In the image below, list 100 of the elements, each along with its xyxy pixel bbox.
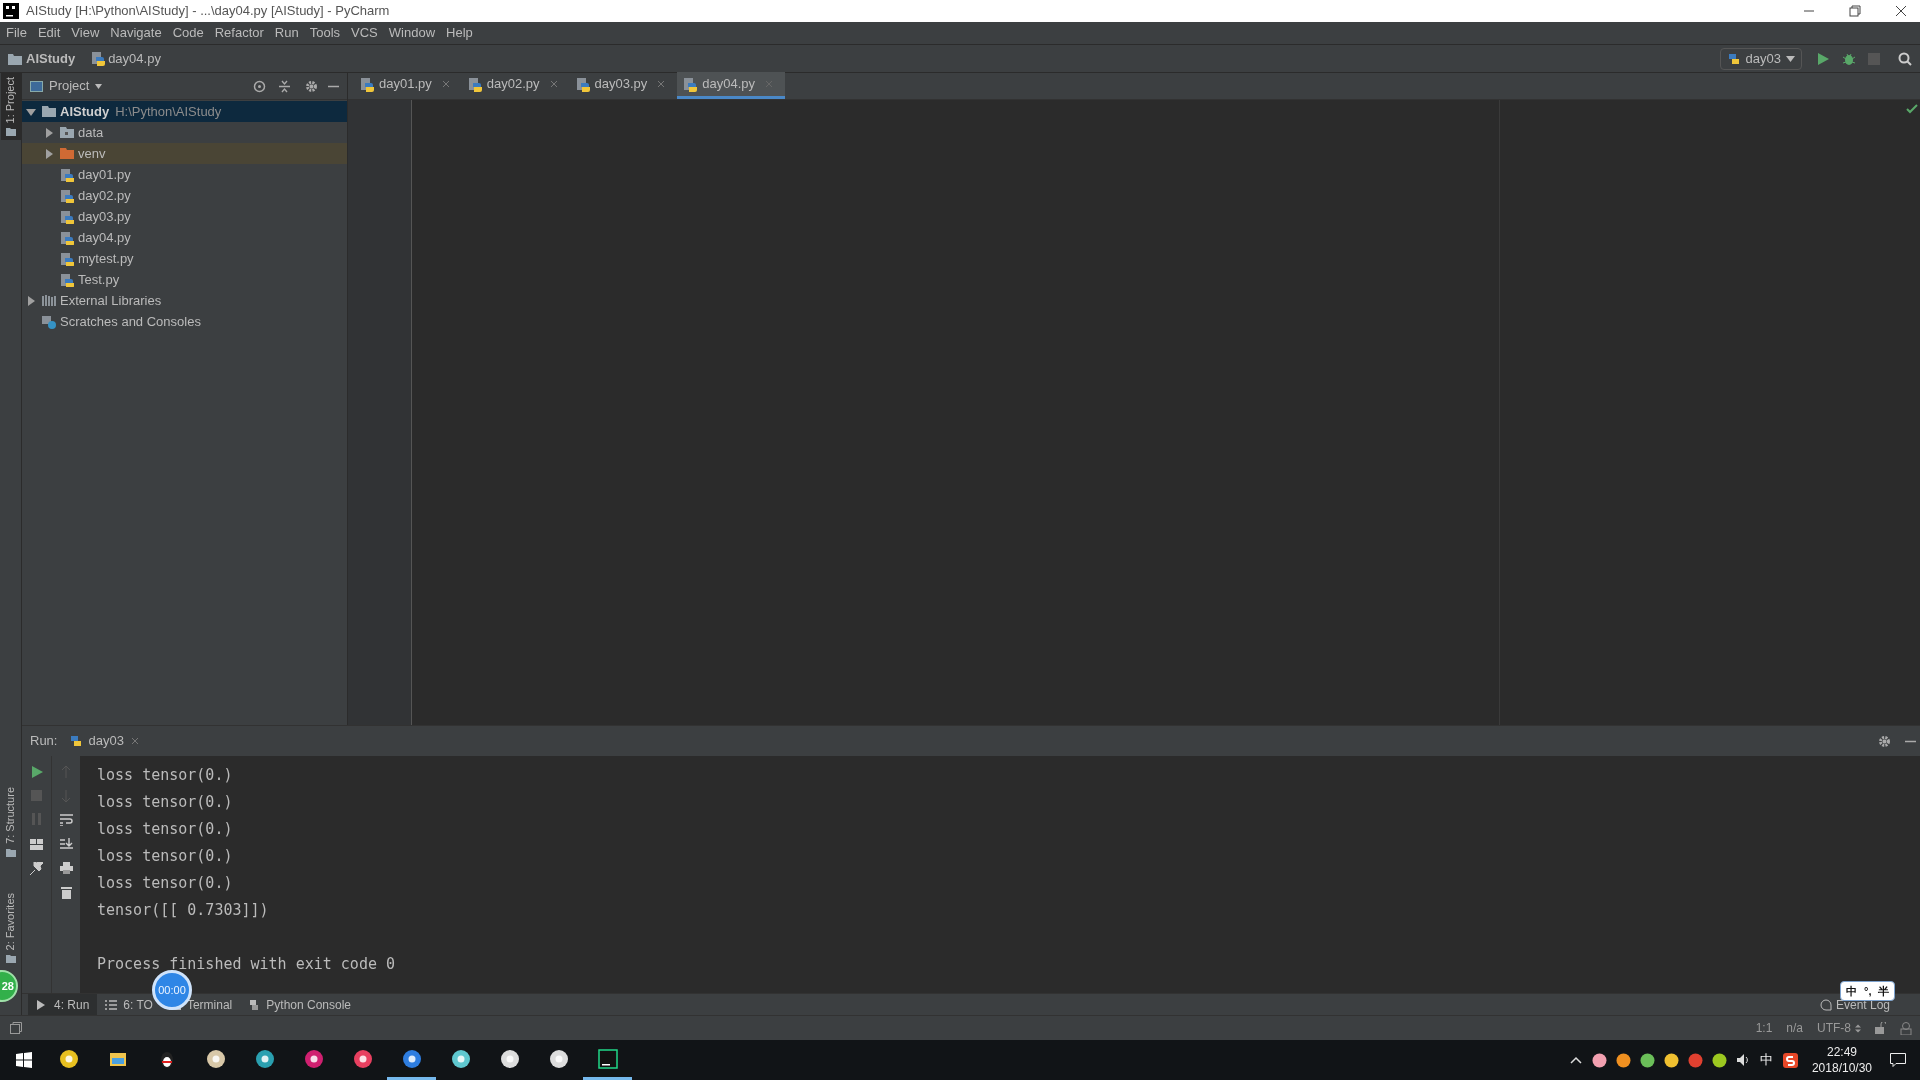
run-configuration-dropdown[interactable]: day03	[1719, 47, 1802, 70]
run-icon[interactable]	[1816, 51, 1830, 66]
ime-status[interactable]: 半	[1878, 982, 1890, 1000]
python-file-icon	[467, 76, 483, 92]
inspector-icon[interactable]	[1900, 1021, 1912, 1035]
expanded-arrow-icon[interactable]	[26, 106, 36, 117]
tree-item[interactable]: day01.py	[22, 164, 347, 185]
clock-date: 2018/10/30	[1811, 1060, 1872, 1076]
clock[interactable]: 22:49 2018/10/30	[1811, 1044, 1872, 1076]
side-tab[interactable]: 1: Project	[0, 73, 21, 141]
console-line: tensor([[ 0.7303]])	[97, 900, 270, 921]
project-view-dropdown[interactable]: Project	[30, 76, 103, 96]
app-icon	[58, 1048, 79, 1069]
breadcrumb-item[interactable]: AIStudy	[26, 48, 76, 69]
search-icon[interactable]	[1898, 51, 1912, 66]
tray-app-icon[interactable]	[1663, 1052, 1679, 1068]
collapsed-arrow-icon[interactable]	[44, 148, 54, 159]
editor-tab[interactable]: day02.py	[461, 72, 570, 99]
window-title: AIStudy [H:\Python\AIStudy] - ...\day04.py [AIStudy] - PyCharm	[26, 2, 390, 21]
app-icon	[548, 1048, 569, 1069]
ime-status[interactable]: °,	[1864, 982, 1872, 1000]
speaker-icon[interactable]	[1735, 1053, 1750, 1067]
menu-item[interactable]: File	[6, 23, 27, 43]
scroll-end-icon[interactable]	[59, 838, 73, 850]
settings-icon[interactable]	[305, 79, 318, 93]
side-tab[interactable]: 2: Favorites	[0, 888, 21, 967]
collapsed-arrow-icon[interactable]	[26, 295, 36, 306]
notification-icon[interactable]	[1890, 1053, 1906, 1067]
app-icon	[352, 1048, 373, 1069]
python-file-icon	[360, 76, 375, 92]
close-icon[interactable]	[1894, 4, 1908, 18]
windows-start-icon[interactable]	[16, 1052, 32, 1068]
list-icon	[105, 998, 118, 1011]
console-line: loss tensor(0.)	[97, 792, 234, 813]
run-tab[interactable]: day03	[69, 731, 139, 751]
tray-app-icon[interactable]	[1711, 1052, 1727, 1068]
python-file-icon	[60, 230, 75, 245]
app-icon	[205, 1048, 226, 1069]
tray-app-icon[interactable]	[1639, 1052, 1655, 1068]
editor-tab[interactable]: day03.py	[569, 72, 678, 99]
menu-item[interactable]: VCS	[351, 23, 378, 43]
menu-item[interactable]: Code	[172, 23, 204, 43]
settings-icon[interactable]	[1878, 734, 1891, 748]
locate-icon[interactable]	[253, 79, 266, 93]
python-file-icon	[60, 272, 75, 287]
python-file-icon	[60, 209, 75, 224]
menu-item[interactable]: Run	[274, 23, 299, 43]
tree-item[interactable]: venv	[22, 143, 347, 164]
tree-item[interactable]: AIStudy H:\Python\AIStudy	[22, 101, 347, 122]
tool-window-tab[interactable]: Python Console	[240, 993, 360, 1016]
collapse-icon[interactable]	[278, 79, 291, 93]
tree-item[interactable]: day02.py	[22, 185, 347, 206]
console-line: loss tensor(0.)	[97, 873, 234, 894]
tree-item[interactable]: data	[22, 122, 347, 143]
tree-item[interactable]: Scratches and Consoles	[22, 311, 347, 332]
menu-item[interactable]: Edit	[37, 23, 61, 43]
menu-item[interactable]: Window	[388, 23, 436, 43]
collapsed-arrow-icon[interactable]	[44, 127, 54, 138]
input-method-indicator[interactable]: 中	[1759, 1050, 1773, 1070]
frame-toggle-icon[interactable]	[10, 1022, 22, 1034]
lock-icon[interactable]	[1875, 1022, 1886, 1034]
menu-item[interactable]: Help	[446, 23, 473, 43]
tree-item[interactable]: Test.py	[22, 269, 347, 290]
soft-wrap-icon[interactable]	[59, 814, 73, 826]
python-icon	[248, 998, 261, 1011]
app-icon	[450, 1048, 471, 1069]
ime-status[interactable]: 中	[1846, 982, 1857, 1000]
library-icon	[42, 293, 57, 308]
python-file-icon	[575, 76, 591, 92]
chevron-up-icon[interactable]	[1569, 1056, 1582, 1064]
clock-time: 22:49	[1826, 1044, 1857, 1060]
tree-item[interactable]: mytest.py	[22, 248, 347, 269]
side-tab[interactable]: 7: Structure	[0, 782, 21, 861]
tree-item[interactable]: External Libraries	[22, 290, 347, 311]
tree-item[interactable]: day04.py	[22, 227, 347, 248]
print-icon[interactable]	[59, 862, 73, 874]
menu-item[interactable]: Refactor	[214, 23, 264, 43]
ime-toolbar[interactable]: 中 °, 半	[1840, 981, 1896, 1001]
tree-item[interactable]: day03.py	[22, 206, 347, 227]
restore-icon[interactable]	[1848, 4, 1862, 18]
app-icon	[499, 1048, 520, 1069]
encoding-selector[interactable]: UTF-8	[1817, 1019, 1861, 1037]
menu-item[interactable]: Tools	[309, 23, 341, 43]
cursor-position[interactable]: 1:1	[1755, 1019, 1773, 1037]
tray-app-icon[interactable]	[1615, 1052, 1631, 1068]
breadcrumb-item[interactable]: day04.py	[108, 48, 161, 69]
line-separator[interactable]: n/a	[1786, 1019, 1803, 1037]
menu-item[interactable]: View	[71, 23, 100, 43]
layout-icon[interactable]	[30, 839, 43, 850]
run-label: Run:	[30, 732, 58, 751]
folder-icon	[42, 104, 57, 119]
pin-icon[interactable]	[30, 862, 43, 875]
debug-icon[interactable]	[1842, 51, 1856, 66]
run-icon[interactable]	[30, 766, 43, 778]
menu-item[interactable]: Navigate	[110, 23, 162, 43]
trash-icon[interactable]	[60, 886, 72, 899]
editor-tab[interactable]: day01.py	[354, 72, 462, 99]
editor-tab[interactable]: day04.py	[677, 72, 786, 99]
tray-app-icon[interactable]	[1591, 1052, 1607, 1068]
tool-window-tab[interactable]: 4: Run	[28, 993, 98, 1016]
